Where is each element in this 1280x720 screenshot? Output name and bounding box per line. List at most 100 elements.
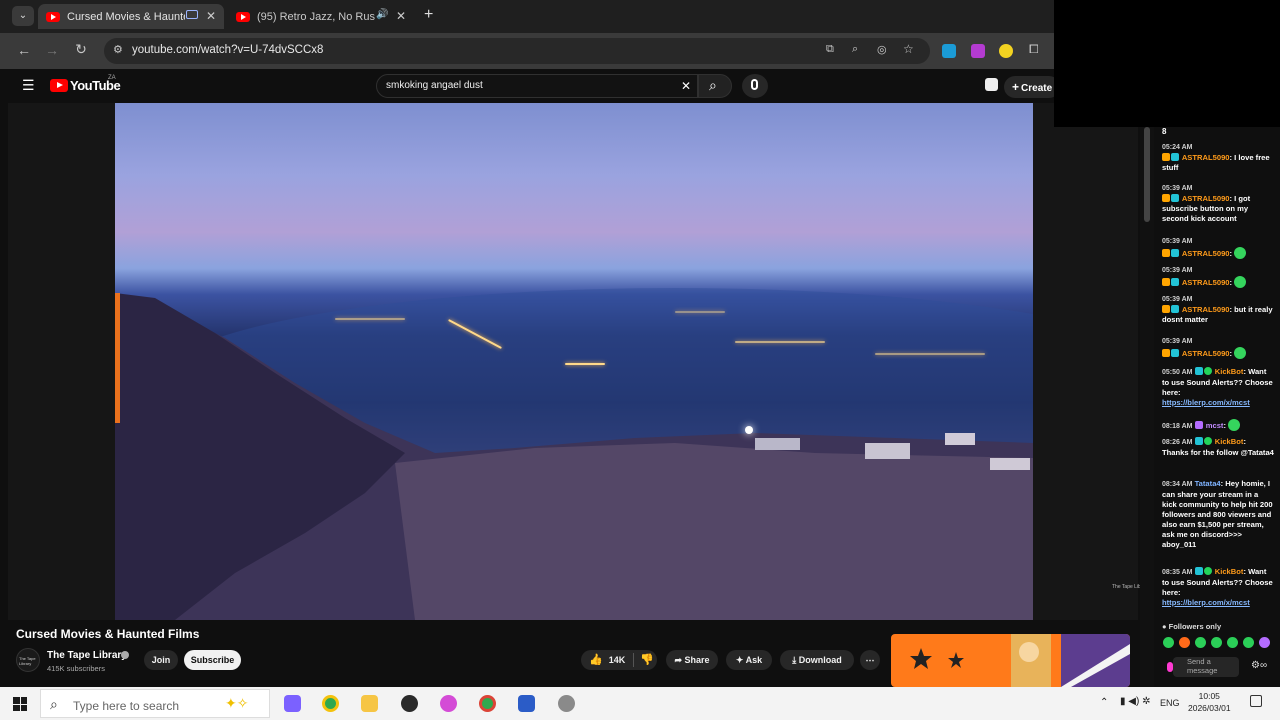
tray-icons[interactable]: ▮ ◀) ✲ [1120,696,1150,707]
notifications-icon[interactable] [1250,695,1262,707]
crown-badge-icon [1162,349,1170,357]
zoom-icon[interactable]: ⌕ [852,43,858,56]
emote-icon[interactable] [1259,637,1270,648]
chat-message: 05:39 AM ASTRAL5090: [1162,266,1274,288]
video-title: Cursed Movies & Haunted Films [16,627,200,641]
kick-emote-icon [1228,419,1241,431]
taskbar-search[interactable]: ⌕ Type here to search ✦✧ [40,689,270,718]
youtube-logo-icon[interactable] [50,79,68,92]
chat-settings-icon[interactable]: ⚙∞ [1251,660,1267,671]
youtube-favicon-icon [46,11,60,22]
hamburger-menu-icon[interactable]: ☰ [22,77,35,94]
chrome-profile-icon[interactable] [479,695,496,712]
url-text[interactable]: youtube.com/watch?v=U-74dvSCCx8 [132,44,323,56]
close-tab-icon[interactable]: ✕ [206,9,216,23]
obs-icon[interactable] [401,695,418,712]
kick-badge-icon [1203,567,1212,575]
emote-icon[interactable] [1195,637,1206,648]
search-icon: ⌕ [50,696,58,712]
chat-message: 05:24 AM ASTRAL5090: I love free stuff [1162,144,1270,172]
chat-scrollbar[interactable] [1140,127,1154,687]
new-tab-icon[interactable]: + [424,6,433,24]
video-player[interactable] [115,103,1033,620]
crown-badge-icon [1162,249,1170,257]
emote-icon[interactable] [1163,637,1174,648]
dislike-icon[interactable]: 👎 [640,650,654,670]
download-button[interactable]: ⤓ Download [780,650,854,670]
kick-emote-icon [1234,276,1247,288]
country-code: ZA [108,75,116,81]
sub-badge-icon [1171,153,1179,161]
chat-link[interactable]: https://blerp.com/x/mcst [1162,598,1250,607]
install-app-icon[interactable]: ⧉ [826,43,834,56]
chrome-icon[interactable] [322,695,339,712]
kick-chat-panel: 8 05:24 AM ASTRAL5090: I love free stuff… [1155,127,1280,687]
sparkle-icon: ✦✧ [225,695,249,711]
chat-input-placeholder: Send a message [1187,657,1218,675]
extension-1-icon[interactable] [942,44,956,58]
chat-scroll-thumb[interactable] [1144,127,1150,222]
forward-icon[interactable]: → [42,42,62,58]
emote-icon[interactable] [1179,637,1190,648]
eye-slash-icon[interactable]: ◎ [877,43,887,56]
join-button[interactable]: Join [144,650,178,670]
language-indicator[interactable]: ENG [1160,698,1180,708]
kick-badge-icon [1203,437,1212,445]
tab-cursed-movies[interactable]: Cursed Movies & Haunted ✕ [38,4,224,29]
emote-icon[interactable] [1211,637,1222,648]
app-icon[interactable] [558,695,575,712]
bookmark-star-icon[interactable]: ☆ [903,42,914,56]
windows-start-icon[interactable] [13,697,27,711]
search-button[interactable]: ⌕ [698,74,732,98]
kick-emote-icon [1234,347,1247,359]
tab-title: (95) Retro Jazz, No Rush To [257,10,375,23]
like-count[interactable]: 14K [609,650,626,670]
create-button[interactable]: + Create [1004,76,1060,98]
browser-tab-bar: ⌄ Cursed Movies & Haunted ✕ (95) Retro J… [0,0,1054,33]
search-input[interactable]: smkoking angael dust [386,80,483,91]
emote-icon[interactable] [1243,637,1254,648]
sparkle-icon: ✦ [735,655,746,665]
promo-banner[interactable] [891,634,1130,687]
tab-retro-jazz[interactable]: (95) Retro Jazz, No Rush To 🔊 ✕ [228,4,414,29]
notification-icon[interactable] [985,78,998,91]
chat-message: 08:35 AM KickBot: Want to use Sound Aler… [1162,567,1273,607]
back-icon[interactable]: ← [14,42,34,58]
crown-badge-icon [1162,278,1170,286]
bot-badge-icon [1194,437,1203,445]
microphone-icon [751,79,758,90]
app-icon[interactable] [440,695,457,712]
close-tab-icon[interactable]: ✕ [396,9,406,23]
clear-search-icon[interactable]: ✕ [681,79,691,93]
address-bar[interactable]: ⚙ youtube.com/watch?v=U-74dvSCCx8 ⧉ ⌕ ◎ … [104,38,930,64]
ask-button[interactable]: ✦ Ask [726,650,772,670]
plus-icon: + [1012,80,1020,94]
extensions-puzzle-icon[interactable]: ⧠ [1029,42,1039,57]
clock[interactable]: 10:05 2026/03/01 [1188,690,1231,714]
extension-2-icon[interactable] [971,44,985,58]
chat-fragment: 8 [1162,127,1167,136]
channel-name[interactable]: The Tape Library [47,650,127,661]
voice-search-button[interactable] [742,74,768,98]
word-icon[interactable] [518,695,535,712]
emote-icon[interactable] [1227,637,1238,648]
share-button[interactable]: ➦ Share [666,650,718,670]
tray-chevron-icon[interactable]: ⌃ [1100,697,1108,708]
like-dislike-group: 👍 14K 👎 [581,650,657,670]
kick-emote-icon [1234,247,1247,259]
copilot-icon[interactable] [284,695,301,712]
more-actions-icon[interactable]: ⋯ [860,650,880,670]
site-info-icon[interactable]: ⚙ [113,43,123,56]
reload-icon[interactable]: ↻ [71,41,91,58]
chat-message: 05:39 AM ASTRAL5090: but it realy dosnt … [1162,296,1273,324]
subscribe-button[interactable]: Subscribe [184,650,241,670]
file-explorer-icon[interactable] [361,695,378,712]
channel-avatar[interactable]: The Tape Library [16,648,40,672]
search-box[interactable]: smkoking angael dust ✕ [376,74,698,98]
tab-search-button[interactable]: ⌄ [12,6,34,26]
chat-link[interactable]: https://blerp.com/x/mcst [1162,398,1250,407]
speaker-icon[interactable]: 🔊 [376,9,388,20]
like-icon[interactable]: 👍 [589,650,603,670]
mic-icon[interactable] [1167,662,1173,672]
extension-3-icon[interactable] [999,44,1013,58]
